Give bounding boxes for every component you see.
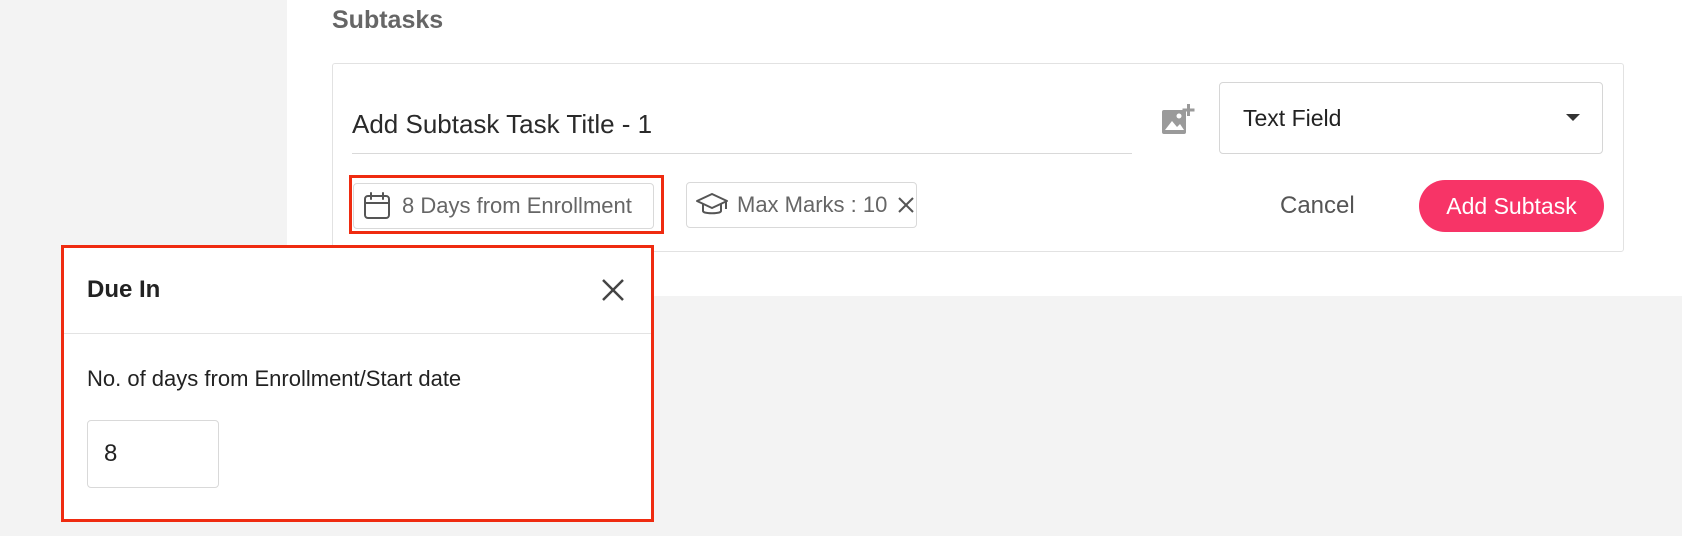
graduation-cap-icon [695, 188, 729, 222]
close-icon[interactable] [895, 194, 917, 216]
due-date-chip-label: 8 Days from Enrollment [402, 193, 632, 218]
days-input[interactable] [87, 420, 219, 488]
max-marks-chip-label: Max Marks : 10 [737, 192, 888, 217]
days-field-label: No. of days from Enrollment/Start date [87, 366, 462, 391]
add-subtask-button[interactable]: Add Subtask [1419, 180, 1604, 232]
subtask-title-input[interactable] [352, 96, 1132, 154]
close-icon[interactable] [599, 276, 627, 304]
chevron-down-icon [1566, 114, 1580, 121]
max-marks-chip[interactable]: Max Marks : 10 [686, 182, 917, 228]
popup-header: Due In [64, 248, 651, 334]
due-in-popup: Due In No. of days from Enrollment/Start… [64, 248, 651, 519]
due-date-chip[interactable]: 8 Days from Enrollment [353, 183, 654, 229]
section-title: Subtasks [332, 6, 444, 34]
field-type-select[interactable]: Text Field [1219, 82, 1603, 154]
calendar-icon [360, 189, 394, 223]
field-type-value: Text Field [1243, 105, 1342, 131]
add-image-icon[interactable] [1158, 100, 1198, 140]
cancel-button[interactable]: Cancel [1280, 186, 1355, 226]
popup-title: Due In [87, 276, 161, 303]
